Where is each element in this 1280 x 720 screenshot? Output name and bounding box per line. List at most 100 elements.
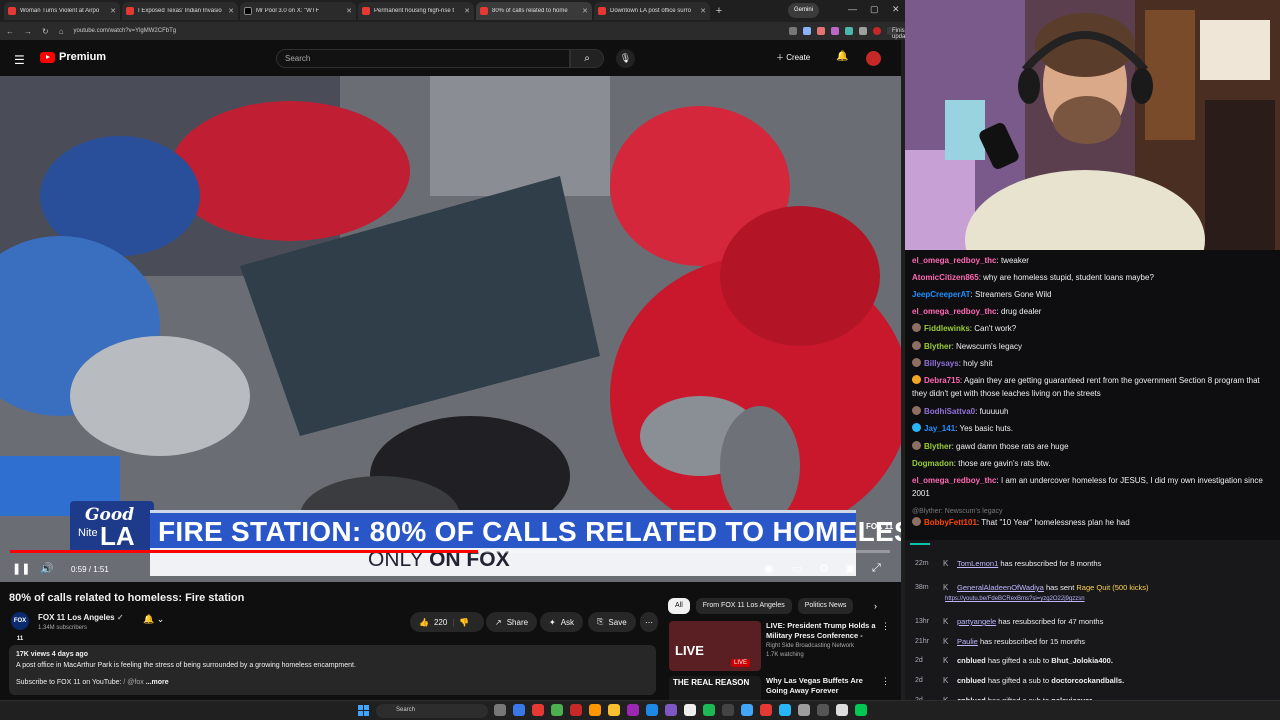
volume-icon[interactable]: 🔊 <box>40 562 54 575</box>
channel-name[interactable]: FOX 11 Los Angeles ✓ <box>38 613 124 622</box>
app-icon[interactable] <box>589 704 601 716</box>
app-icon[interactable] <box>722 704 734 716</box>
search-button[interactable]: ⌕ <box>570 49 604 68</box>
puzzle-icon[interactable] <box>859 27 867 35</box>
progress-bar[interactable] <box>10 550 890 553</box>
chevron-right-icon[interactable]: › <box>874 601 877 611</box>
voice-search-icon[interactable]: 🎙 <box>616 49 635 68</box>
miniplayer-icon[interactable]: ▣ <box>845 562 855 575</box>
app-icon[interactable] <box>646 704 658 716</box>
chat-username[interactable]: AtomicCitizen865 <box>912 273 979 282</box>
related-video-item[interactable]: THE REAL REASON Why Las Vegas Buffets Ar… <box>669 676 889 700</box>
event-username[interactable]: cnblued <box>957 676 986 685</box>
save-button[interactable]: ⎘ Save <box>588 612 636 632</box>
close-tab-icon[interactable]: ✕ <box>110 7 116 15</box>
create-button[interactable]: ＋ Create <box>776 52 810 63</box>
chat-username[interactable]: Fiddlewinks <box>924 324 970 333</box>
show-more-link[interactable]: ...more <box>146 679 169 686</box>
event-username[interactable]: cnblued <box>957 656 986 665</box>
ask-button[interactable]: ✦ Ask <box>540 612 584 632</box>
new-tab-button[interactable]: + <box>712 4 726 18</box>
zoom-icon[interactable] <box>789 27 797 35</box>
subscribe-handle[interactable]: / @fox <box>123 679 143 686</box>
app-icon[interactable] <box>760 704 772 716</box>
search-input[interactable]: Search <box>276 49 570 68</box>
event-link[interactable]: https://youtu.be/FdeBCRexBms?si=yzg2O22j… <box>945 596 1085 602</box>
minimize-icon[interactable]: — <box>848 4 857 14</box>
app-icon[interactable] <box>855 704 867 716</box>
event-username[interactable]: GeneralAladeenOfWadiya <box>957 583 1044 592</box>
subscription-bell-button[interactable]: 🔔 ⌄ <box>143 614 164 625</box>
browser-tab[interactable]: Permanent housing high-rise t ✕ <box>358 2 474 20</box>
chat-username[interactable]: BodhiSattva0 <box>924 407 975 416</box>
app-icon[interactable] <box>836 704 848 716</box>
pause-icon[interactable]: ❚❚ <box>12 562 30 575</box>
app-icon[interactable] <box>551 704 563 716</box>
share-button[interactable]: ↗ Share <box>486 612 538 632</box>
channel-avatar[interactable]: FOX 11 <box>11 612 29 642</box>
chip-politics-news[interactable]: Politics News <box>797 598 854 614</box>
chat-username[interactable]: Blyther <box>924 442 952 451</box>
autoplay-toggle-icon[interactable]: ◉ <box>764 562 774 575</box>
notifications-bell-icon[interactable]: 🔔 <box>836 51 848 62</box>
chat-username[interactable]: BobbyFett101 <box>924 518 977 527</box>
dislike-icon[interactable]: 👎 <box>459 618 469 627</box>
event-username[interactable]: Paulie <box>957 637 978 646</box>
app-icon[interactable] <box>627 704 639 716</box>
app-icon[interactable] <box>817 704 829 716</box>
more-vertical-icon[interactable]: ⋮ <box>881 621 890 632</box>
app-icon[interactable] <box>570 704 582 716</box>
chrome-icon[interactable] <box>532 704 544 716</box>
description-box[interactable]: 17K views 4 days ago A post office in Ma… <box>9 645 656 695</box>
event-username[interactable]: TomLemon1 <box>957 559 998 568</box>
chat-username[interactable]: Billysays <box>924 359 959 368</box>
back-icon[interactable]: ← <box>6 27 14 36</box>
extension-icon[interactable] <box>817 27 825 35</box>
settings-gear-icon[interactable]: ⚙ <box>819 562 829 575</box>
profile-icon[interactable] <box>873 27 881 35</box>
chat-username[interactable]: el_omega_redboy_thc <box>912 256 996 265</box>
reload-icon[interactable]: ↻ <box>42 27 49 36</box>
browser-tab[interactable]: Mr Pool 3.0 on X: "WTF ✕ <box>240 2 356 20</box>
close-tab-icon[interactable]: ✕ <box>228 7 234 15</box>
forward-icon[interactable]: → <box>24 27 32 36</box>
more-actions-button[interactable]: ⋯ <box>640 612 658 632</box>
chat-username[interactable]: Debra715 <box>924 376 960 385</box>
browser-tab[interactable]: Downtown LA post office surro ✕ <box>594 2 710 20</box>
extension-icon[interactable] <box>803 27 811 35</box>
youtube-logo[interactable]: Premium <box>40 51 106 63</box>
browser-tab[interactable]: I Exposed Texas' Indian Invasio ✕ <box>122 2 238 20</box>
close-tab-icon[interactable]: ✕ <box>464 7 470 15</box>
maximize-icon[interactable]: ▢ <box>870 4 879 15</box>
browser-tab[interactable]: Woman Turns Violent at Airpo ✕ <box>4 2 120 20</box>
chat-username[interactable]: Jay_141 <box>924 424 955 433</box>
task-view-icon[interactable] <box>494 704 506 716</box>
chip-from-channel[interactable]: From FOX 11 Los Angeles <box>695 598 792 614</box>
close-tab-icon[interactable]: ✕ <box>346 7 352 15</box>
chat-username[interactable]: Blyther <box>924 342 952 351</box>
app-icon[interactable] <box>779 704 791 716</box>
video-player[interactable]: Good Nite LA FIRE STATION: 80% OF CALLS … <box>0 76 901 582</box>
like-icon[interactable]: 👍 <box>419 618 429 627</box>
app-icon[interactable] <box>684 704 696 716</box>
file-explorer-icon[interactable] <box>608 704 620 716</box>
app-icon[interactable] <box>665 704 677 716</box>
spotify-icon[interactable] <box>703 704 715 716</box>
chat-username[interactable]: JeepCreeperAT <box>912 290 971 299</box>
app-icon[interactable] <box>741 704 753 716</box>
fullscreen-icon[interactable]: ⤢ <box>872 562 881 575</box>
home-icon[interactable]: ⌂ <box>59 27 64 36</box>
taskbar-search-input[interactable]: Search <box>376 704 488 718</box>
gemini-button[interactable]: Gemini <box>788 3 820 18</box>
related-video-item[interactable]: LIVE LIVE LIVE: President Trump Holds a … <box>669 621 890 673</box>
chat-username[interactable]: el_omega_redboy_thc <box>912 307 996 316</box>
windows-start-icon[interactable] <box>358 705 370 717</box>
chip-all[interactable]: All <box>668 598 690 614</box>
app-icon[interactable] <box>798 704 810 716</box>
captions-icon[interactable]: ▭ <box>792 562 802 575</box>
close-window-icon[interactable]: ✕ <box>892 4 900 15</box>
extension-icon[interactable] <box>831 27 839 35</box>
browser-tab-active[interactable]: 80% of calls related to home ✕ <box>476 2 592 20</box>
url-field[interactable]: youtube.com/watch?v=YlgMW2CFbTg <box>74 28 594 34</box>
edge-icon[interactable] <box>513 704 525 716</box>
